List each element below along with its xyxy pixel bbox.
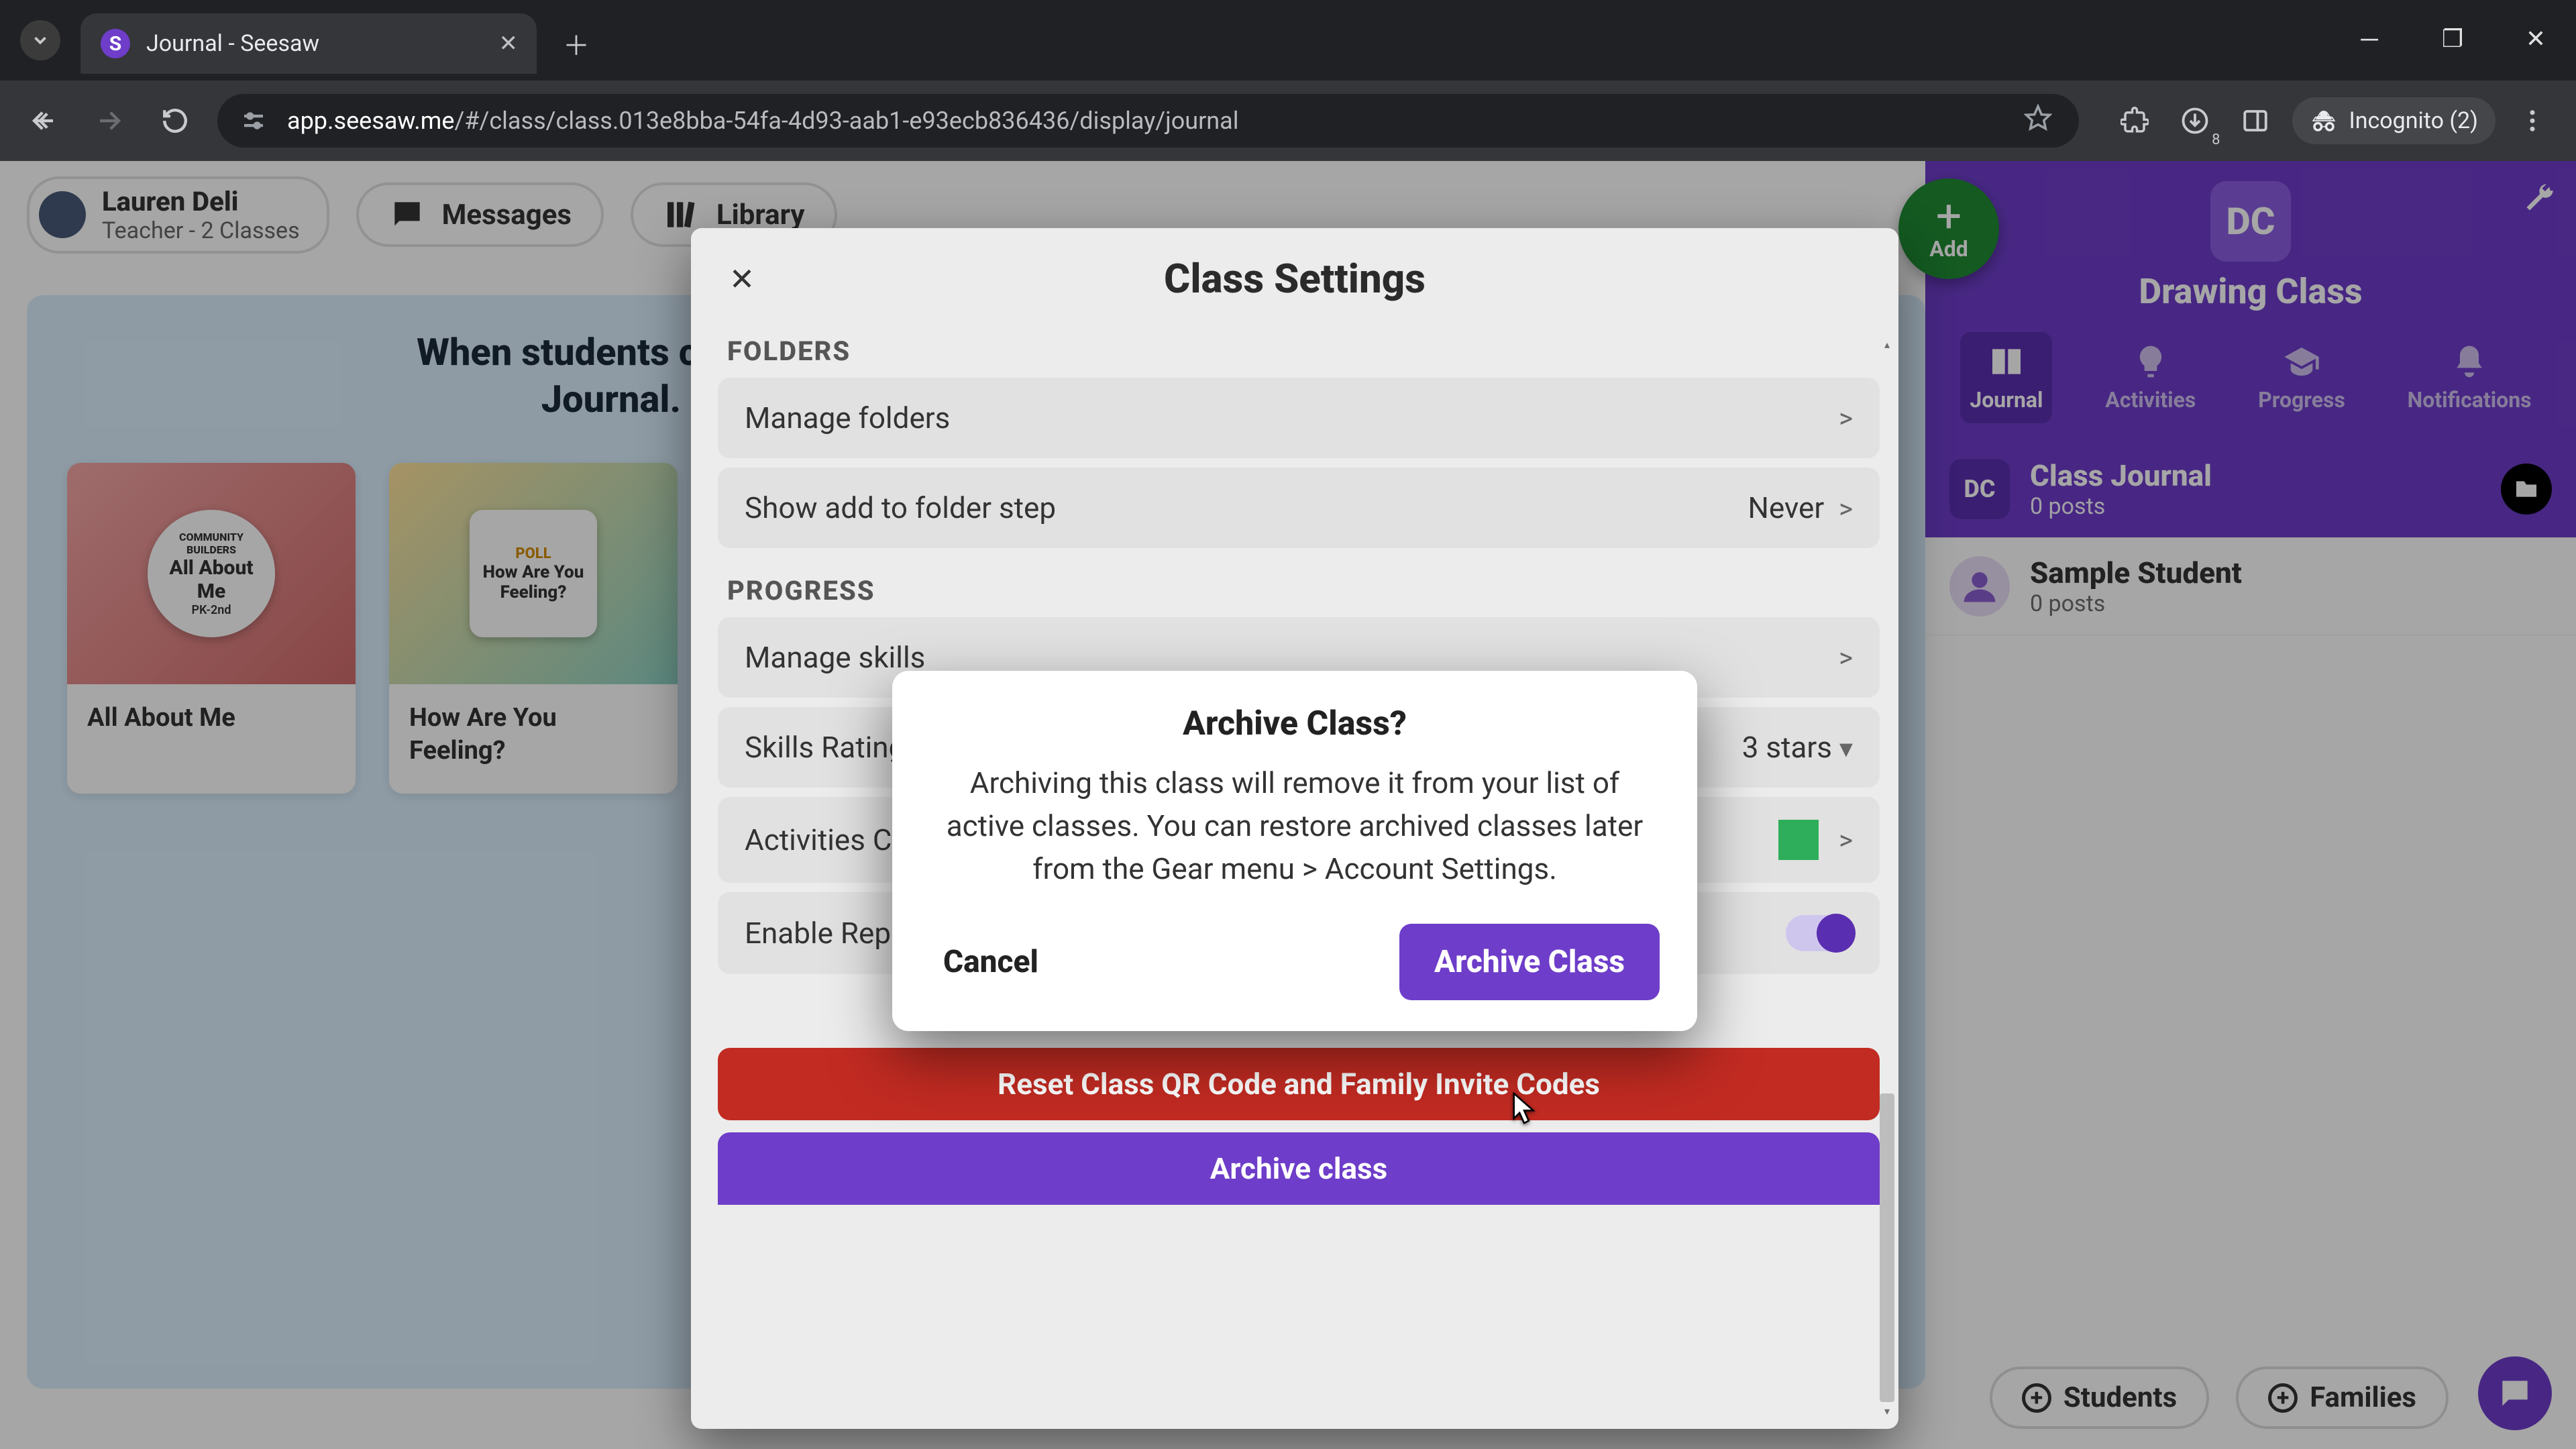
downloads-button[interactable]: 8	[2171, 97, 2218, 144]
archive-class-button[interactable]: Archive class	[718, 1132, 1880, 1205]
archive-class-confirm-button[interactable]: Archive Class	[1399, 924, 1660, 1000]
chevron-right-icon: >	[1839, 402, 1853, 434]
star-icon	[2024, 104, 2052, 132]
nav-back-button[interactable]	[20, 97, 67, 144]
chevron-down-icon: ▾	[1839, 733, 1853, 764]
confirm-title: Archive Class?	[930, 704, 1660, 743]
toolbar-right: 8 Incognito (2)	[2098, 97, 2556, 144]
archive-confirm-dialog: Archive Class? Archiving this class will…	[892, 671, 1697, 1031]
extensions-button[interactable]	[2111, 97, 2158, 144]
browser-toolbar: app.seesaw.me/#/class/class.013e8bba-54f…	[0, 80, 2576, 161]
cancel-button[interactable]: Cancel	[930, 925, 1052, 999]
chevron-right-icon: >	[1839, 824, 1853, 856]
site-info-button[interactable]	[237, 105, 270, 137]
arrow-left-icon	[30, 107, 58, 135]
scroll-down-arrow[interactable]: ▾	[1878, 1402, 1896, 1419]
download-icon	[2181, 107, 2209, 135]
browser-menu-button[interactable]	[2509, 97, 2556, 144]
tune-icon	[239, 107, 268, 135]
bookmark-button[interactable]	[2024, 104, 2052, 138]
kebab-icon	[2518, 107, 2546, 135]
tab-title: Journal - Seesaw	[146, 30, 319, 57]
confirm-buttons: Cancel Archive Class	[930, 924, 1660, 1000]
window-close-button[interactable]: ✕	[2516, 19, 2556, 59]
confirm-body: Archiving this class will remove it from…	[930, 762, 1660, 890]
new-tab-button[interactable]: ＋	[559, 27, 593, 60]
chevron-down-icon	[30, 30, 50, 50]
nav-forward-button[interactable]	[86, 97, 133, 144]
incognito-icon	[2310, 107, 2338, 135]
window-maximize-button[interactable]: ❐	[2432, 19, 2473, 59]
chevron-right-icon: >	[1839, 642, 1853, 674]
row-show-add-to-folder[interactable]: Show add to folder step Never >	[718, 468, 1880, 548]
scroll-up-arrow[interactable]: ▴	[1878, 335, 1896, 353]
toggle-on[interactable]	[1786, 915, 1853, 951]
url-text: app.seesaw.me/#/class/class.013e8bba-54f…	[287, 107, 1239, 135]
browser-titlebar: S Journal - Seesaw ✕ ＋ ─ ❐ ✕	[0, 0, 2576, 80]
window-minimize-button[interactable]: ─	[2349, 19, 2390, 59]
url-host: app.seesaw.me	[287, 107, 454, 135]
window-controls: ─ ❐ ✕	[2349, 19, 2556, 59]
chevron-right-icon: >	[1839, 493, 1853, 525]
row-manage-folders[interactable]: Manage folders >	[718, 378, 1880, 458]
browser-tab-active[interactable]: S Journal - Seesaw ✕	[80, 13, 537, 74]
modal-title: Class Settings	[691, 228, 1898, 320]
reader-button[interactable]	[2232, 97, 2279, 144]
section-progress-label: PROGRESS	[727, 575, 1880, 606]
nav-reload-button[interactable]	[152, 97, 199, 144]
modal-close-button[interactable]: ✕	[722, 259, 762, 299]
tab-favicon: S	[101, 29, 130, 58]
url-path: /#/class/class.013e8bba-54fa-4d93-aab1-e…	[454, 107, 1238, 135]
search-tabs-button[interactable]	[20, 20, 60, 60]
reset-codes-button[interactable]: Reset Class QR Code and Family Invite Co…	[718, 1048, 1880, 1120]
section-folders-label: FOLDERS	[727, 335, 1880, 367]
downloads-badge: 8	[2212, 131, 2220, 148]
tab-close-button[interactable]: ✕	[499, 30, 519, 57]
arrow-right-icon	[95, 107, 123, 135]
toggle-knob	[1817, 914, 1856, 953]
scrollbar-thumb[interactable]	[1880, 1093, 1894, 1402]
incognito-chip[interactable]: Incognito (2)	[2292, 97, 2496, 144]
panel-icon	[2241, 107, 2269, 135]
puzzle-icon	[2121, 107, 2149, 135]
cursor-icon	[1513, 1092, 1536, 1124]
color-swatch	[1778, 820, 1819, 860]
address-bar[interactable]: app.seesaw.me/#/class/class.013e8bba-54f…	[217, 94, 2079, 148]
incognito-label: Incognito (2)	[2349, 107, 2478, 134]
page-viewport: Lauren Deli Teacher - 2 Classes Messages…	[0, 161, 2576, 1449]
reload-icon	[161, 107, 189, 135]
